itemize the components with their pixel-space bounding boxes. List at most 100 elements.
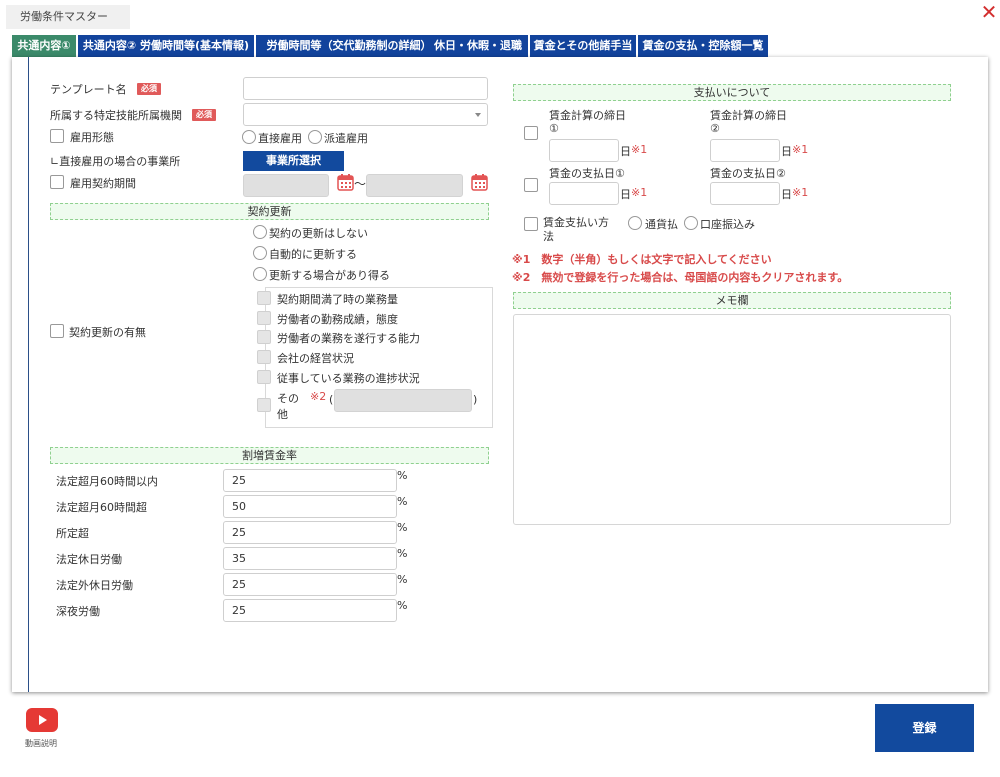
renewal-may-label: 更新する場合があり得る [269, 269, 390, 282]
calendar-icon[interactable] [337, 174, 354, 191]
renewal-presence-label: 契約更新の有無 [69, 326, 146, 339]
premium-row-input[interactable]: 25 [223, 521, 397, 544]
closing-day-2-input[interactable] [710, 139, 780, 162]
premium-row-label: 法定超月60時間以内 [56, 475, 158, 488]
premium-row-input[interactable]: 25 [223, 599, 397, 622]
agency-select[interactable] [243, 103, 488, 126]
direct-office-label: ∟直接雇用の場合の事業所 [50, 155, 181, 168]
payday-checkbox[interactable] [524, 178, 538, 192]
payday-2-label: 賃金の支払日② [710, 167, 786, 180]
tab-wages[interactable]: 賃金とその他諸手当 [530, 35, 636, 57]
reason-progress-checkbox[interactable] [257, 370, 271, 384]
agency-label: 所属する特定技能所属機関 [50, 109, 182, 122]
note-2: ※2 無効で登録を行った場合は、母国語の内容もクリアされます。 [512, 271, 849, 284]
reason-progress-label: 従事している業務の進捗状況 [277, 372, 420, 385]
payment-bank-radio[interactable] [684, 216, 698, 230]
note-mark-1: ※1 [792, 143, 809, 156]
form-panel: テンプレート名 必須 所属する特定技能所属機関 必須 雇用形態 直接雇用 派遣雇… [12, 57, 988, 692]
closing-day-1-number: ① [549, 122, 559, 135]
note-mark-1: ※1 [631, 186, 648, 199]
youtube-icon[interactable] [26, 708, 58, 732]
reason-ability-label: 労働者の業務を遂行する能力 [277, 332, 420, 345]
payment-bank-label: 口座振込み [700, 218, 755, 231]
reason-other-label-1: その [277, 392, 299, 405]
tab-shift-detail[interactable]: 労働時間等（交代勤務制の詳細） [256, 35, 442, 57]
closing-day-checkbox[interactable] [524, 126, 538, 140]
tab-payment-list[interactable]: 賃金の支払・控除額一覧 [638, 35, 768, 57]
premium-row-input[interactable]: 50 [223, 495, 397, 518]
renewal-auto-label: 自動的に更新する [269, 248, 357, 261]
chevron-down-icon [475, 113, 481, 117]
paren-close: ) [473, 393, 478, 406]
payment-cash-label: 通貨払 [645, 218, 678, 231]
employment-dispatch-radio[interactable] [308, 130, 322, 144]
video-help-label: 動画説明 [25, 739, 57, 748]
employment-direct-radio[interactable] [242, 130, 256, 144]
memo-textarea[interactable] [513, 314, 951, 525]
reason-other-mark: ※2 [310, 390, 327, 403]
premium-row-label: 法定休日労働 [56, 553, 122, 566]
contract-period-checkbox[interactable] [50, 175, 64, 189]
reason-workload-checkbox[interactable] [257, 291, 271, 305]
premium-section-header: 割増賃金率 [50, 447, 489, 464]
paren-open: ( [329, 393, 334, 406]
percent-unit: % [397, 469, 408, 482]
reason-other-checkbox[interactable] [257, 398, 271, 412]
reason-other-input[interactable] [334, 389, 472, 412]
reason-ability-checkbox[interactable] [257, 330, 271, 344]
play-icon [39, 715, 47, 725]
payday-1-input[interactable] [549, 182, 619, 205]
panel-divider [28, 57, 29, 692]
percent-unit: % [397, 573, 408, 586]
reason-management-label: 会社の経営状況 [277, 352, 354, 365]
tab-holidays[interactable]: 休日・休暇・退職 [428, 35, 528, 57]
payment-method-checkbox[interactable] [524, 217, 538, 231]
note-1: ※1 数字（半角）もしくは文字で記入してください [512, 253, 772, 266]
payment-section-header: 支払いについて [513, 84, 951, 101]
contract-period-label: 雇用契約期間 [70, 177, 136, 190]
day-unit: 日 [620, 145, 631, 158]
premium-row-label: 法定外休日労働 [56, 579, 133, 592]
required-badge: 必須 [137, 83, 161, 95]
contract-end-date-input[interactable] [366, 174, 463, 197]
calendar-icon[interactable] [471, 174, 488, 191]
tab-common-1[interactable]: 共通内容① [12, 35, 76, 57]
office-select-button[interactable]: 事業所選択 [243, 151, 344, 171]
premium-row-input[interactable]: 25 [223, 469, 397, 492]
reason-other-label-2: 他 [277, 408, 288, 421]
percent-unit: % [397, 521, 408, 534]
note-mark-1: ※1 [631, 143, 648, 156]
tab-common-2[interactable]: 共通内容② 労働時間等(基本情報) [78, 35, 254, 57]
note-mark-1: ※1 [792, 186, 809, 199]
reason-performance-checkbox[interactable] [257, 311, 271, 325]
employment-dispatch-label: 派遣雇用 [324, 132, 368, 145]
register-button[interactable]: 登録 [875, 704, 974, 752]
employment-type-checkbox[interactable] [50, 129, 64, 143]
percent-unit: % [397, 547, 408, 560]
reason-performance-label: 労働者の勤務成績，態度 [277, 313, 398, 326]
payment-method-label-2: 法 [543, 230, 554, 243]
contract-start-date-input[interactable] [243, 174, 329, 197]
day-unit: 日 [781, 145, 792, 158]
day-unit: 日 [620, 188, 631, 201]
premium-row-input[interactable]: 25 [223, 573, 397, 596]
percent-unit: % [397, 495, 408, 508]
reason-management-checkbox[interactable] [257, 350, 271, 364]
close-icon[interactable]: ✕ [979, 1, 999, 23]
renewal-presence-checkbox[interactable] [50, 324, 64, 338]
closing-day-2-number: ② [710, 122, 720, 135]
percent-unit: % [397, 599, 408, 612]
renewal-no-radio[interactable] [253, 225, 267, 239]
template-name-input[interactable] [243, 77, 488, 100]
payment-cash-radio[interactable] [628, 216, 642, 230]
reason-workload-label: 契約期間満了時の業務量 [277, 293, 398, 306]
closing-day-1-input[interactable] [549, 139, 619, 162]
employment-direct-label: 直接雇用 [258, 132, 302, 145]
payday-2-input[interactable] [710, 182, 780, 205]
renewal-auto-radio[interactable] [253, 246, 267, 260]
closing-day-2-label: 賃金計算の締日 [710, 109, 787, 122]
memo-section-header: メモ欄 [513, 292, 951, 309]
premium-row-input[interactable]: 35 [223, 547, 397, 570]
day-unit: 日 [781, 188, 792, 201]
renewal-may-radio[interactable] [253, 267, 267, 281]
